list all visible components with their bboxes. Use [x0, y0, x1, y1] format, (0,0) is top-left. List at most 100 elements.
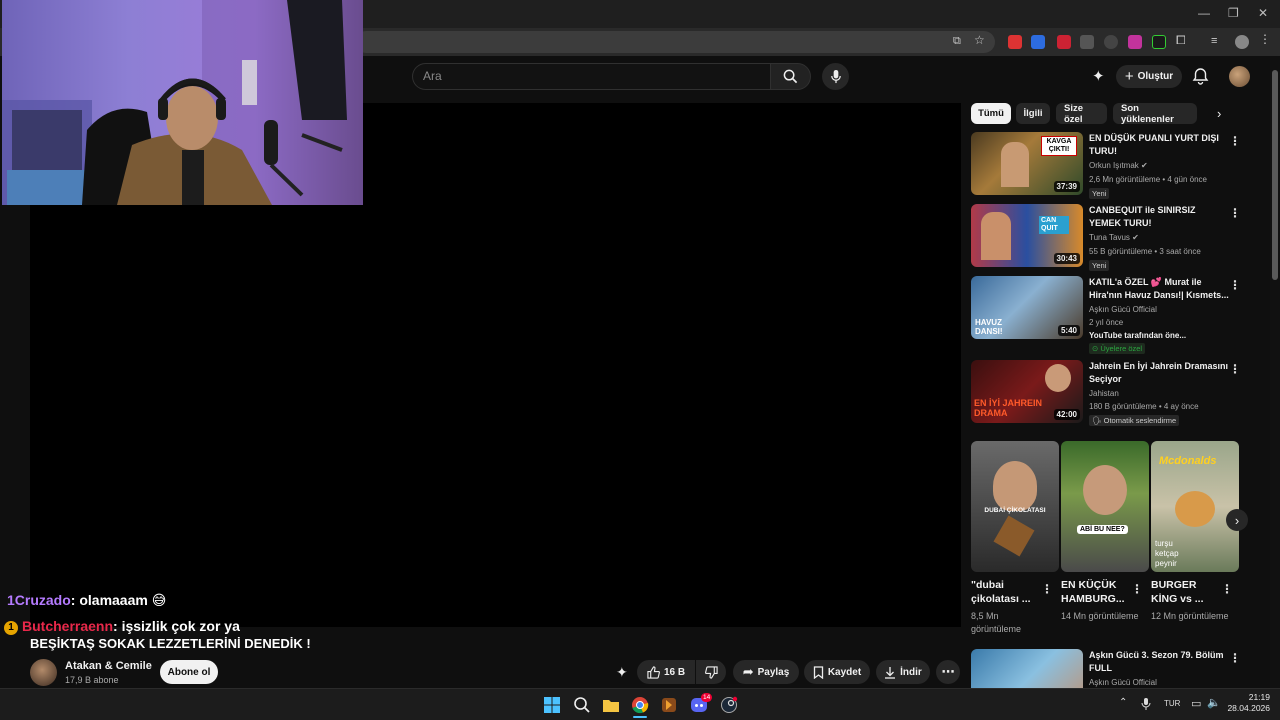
recommendation-item[interactable]: Aşkın Gücü 3. Sezon 79. Bölüm FULL Aşkın… — [971, 649, 1246, 688]
chip-all[interactable]: Tümü — [971, 103, 1011, 124]
recommendation-channel[interactable]: Orkun Işıtmak ✔ — [1089, 161, 1148, 170]
recommendation-item[interactable]: KAVGA ÇIKTI! 37:39 EN DÜŞÜK PUANLI YURT … — [971, 132, 1246, 202]
short-title[interactable]: "dubai çikolatası ... — [971, 578, 1043, 606]
chevron-up-icon[interactable]: ⌃ — [1119, 697, 1127, 708]
more-vert-icon[interactable]: ⋮ — [1041, 582, 1053, 596]
more-vert-icon[interactable]: ⋮ — [1259, 32, 1273, 46]
chip-related[interactable]: İlgili — [1016, 103, 1050, 124]
puzzle-icon[interactable]: ⧠ — [1176, 33, 1190, 47]
channel-name[interactable]: Atakan & Cemile — [65, 660, 152, 672]
premium-gift-icon[interactable]: ✦ — [616, 664, 628, 681]
chip-for-you[interactable]: Size özel — [1056, 103, 1107, 125]
search-button[interactable] — [770, 63, 811, 90]
video-thumbnail[interactable]: CAN QUIT 30:43 — [971, 204, 1083, 267]
shorts-next-button[interactable]: › — [1226, 509, 1248, 531]
reading-list-icon[interactable]: ≡ — [1211, 35, 1225, 49]
network-icon[interactable]: ▭ — [1191, 697, 1201, 710]
recommendation-item[interactable]: HAVUZ DANSI! 5:40 KATIL'a ÖZEL 💕 Murat i… — [971, 276, 1246, 356]
recommendation-channel[interactable]: Jahistan — [1089, 389, 1119, 398]
short-thumbnail[interactable]: Mcdonalds turşu ketçap peynir — [1151, 441, 1239, 572]
language-indicator[interactable]: TUR — [1164, 699, 1180, 708]
cast-icon[interactable]: ⧉ — [953, 35, 967, 49]
share-button[interactable]: ➦ Paylaş — [733, 660, 799, 684]
more-vert-icon[interactable]: ⋮ — [1229, 206, 1241, 220]
bookmark-star-icon[interactable]: ☆ — [974, 33, 988, 47]
file-explorer-icon[interactable] — [602, 696, 620, 714]
recommendation-title[interactable]: Jahrein En İyi Jahrein Dramasını Seçiyor — [1089, 360, 1229, 386]
more-vert-icon[interactable]: ⋮ — [1221, 582, 1233, 596]
system-clock[interactable]: 21:19 28.04.2026 — [1226, 692, 1270, 714]
verified-check-icon: ✔ — [1141, 161, 1148, 170]
close-icon[interactable]: ✕ — [1258, 6, 1268, 20]
recommendation-title[interactable]: CANBEQUIT ile SINIRSIZ YEMEK TURU! — [1089, 204, 1229, 230]
scrollbar-thumb[interactable] — [1272, 70, 1278, 280]
extension-icon[interactable] — [1057, 35, 1071, 49]
search-icon[interactable] — [573, 696, 591, 714]
notification-bell-icon[interactable] — [1192, 67, 1209, 85]
video-duration: 30:43 — [1053, 253, 1080, 264]
video-thumbnail[interactable] — [971, 649, 1083, 688]
steam-icon[interactable] — [720, 696, 738, 714]
recommendation-reason: YouTube tarafından öne... — [1089, 331, 1187, 340]
dislike-button[interactable] — [696, 660, 726, 684]
chip-recent[interactable]: Son yüklenenler — [1113, 103, 1197, 125]
share-icon: ➦ — [742, 664, 754, 679]
chat-message: 1 Butcherraenn: işsizlik çok zor ya — [4, 618, 240, 635]
chat-badge: 1 — [4, 621, 18, 635]
extension-icon[interactable] — [1104, 35, 1118, 49]
like-button[interactable]: 16 B — [637, 660, 695, 684]
channel-avatar[interactable] — [30, 659, 57, 686]
video-thumbnail[interactable]: HAVUZ DANSI! 5:40 — [971, 276, 1083, 339]
recommendation-item[interactable]: CAN QUIT 30:43 CANBEQUIT ile SINIRSIZ YE… — [971, 204, 1246, 274]
short-title[interactable]: BURGER KİNG vs ... — [1151, 578, 1223, 606]
recommendation-item[interactable]: EN İYİ JAHREIN DRAMA 42:00 Jahrein En İy… — [971, 360, 1246, 430]
video-thumbnail[interactable]: KAVGA ÇIKTI! 37:39 — [971, 132, 1083, 195]
chat-username: 1Cruzado — [7, 592, 71, 608]
subscribe-button[interactable]: Abone ol — [160, 660, 218, 684]
windows-start-icon[interactable] — [543, 696, 561, 714]
recommendation-channel[interactable]: Aşkın Gücü Official — [1089, 678, 1157, 687]
chevron-right-icon[interactable]: › — [1217, 106, 1221, 121]
more-actions-button[interactable]: ⋯ — [936, 660, 960, 684]
recommendation-channel[interactable]: Tuna Tavus ✔ — [1089, 233, 1139, 242]
more-vert-icon[interactable]: ⋮ — [1229, 651, 1241, 665]
extension-icon[interactable] — [1128, 35, 1142, 49]
bookmark-icon — [813, 665, 823, 679]
more-vert-icon[interactable]: ⋮ — [1229, 134, 1241, 148]
premium-gift-icon[interactable]: ✦ — [1092, 67, 1105, 85]
save-button[interactable]: Kaydet — [804, 660, 870, 684]
create-button[interactable]: + Oluştur — [1116, 65, 1182, 88]
short-title[interactable]: EN KÜÇÜK HAMBURG... — [1061, 578, 1133, 606]
more-vert-icon[interactable]: ⋮ — [1131, 582, 1143, 596]
extension-icon[interactable] — [1008, 35, 1022, 49]
recommendation-title[interactable]: Aşkın Gücü 3. Sezon 79. Bölüm FULL — [1089, 649, 1229, 675]
profile-icon[interactable] — [1235, 35, 1249, 49]
microphone-icon[interactable] — [1141, 697, 1151, 711]
extension-icon[interactable] — [1080, 35, 1094, 49]
download-button[interactable]: İndir — [876, 660, 930, 684]
recommendation-meta: 2,6 Mn görüntüleme • 4 gün önce — [1089, 175, 1207, 184]
recommendation-title[interactable]: EN DÜŞÜK PUANLI YURT DIŞI TURU! — [1089, 132, 1229, 158]
chrome-icon[interactable] — [631, 696, 649, 714]
recommendation-title[interactable]: KATIL'a ÖZEL 💕 Murat ile Hira'nın Havuz … — [1089, 276, 1229, 302]
extension-icon[interactable] — [1152, 35, 1166, 49]
voice-search-button[interactable] — [822, 63, 849, 90]
restore-icon[interactable]: ❐ — [1228, 6, 1239, 20]
recommendation-channel[interactable]: Aşkın Gücü Official — [1089, 305, 1157, 314]
search-input[interactable]: Ara — [412, 63, 770, 90]
more-vert-icon[interactable]: ⋮ — [1229, 362, 1241, 376]
members-only-badge: ⊙ Üyelere özel — [1089, 343, 1146, 354]
chat-message: 1Cruzado: olamaaam 😅 — [7, 592, 166, 609]
address-bar[interactable] — [355, 31, 995, 53]
account-avatar[interactable] — [1229, 66, 1250, 87]
short-thumbnail[interactable]: ABİ BU NEE? — [1061, 441, 1149, 572]
volume-icon[interactable]: 🔈 — [1207, 696, 1221, 709]
download-label: İndir — [900, 666, 922, 678]
minimize-icon[interactable]: — — [1198, 6, 1210, 20]
translate-extension-icon[interactable] — [1031, 35, 1045, 49]
video-thumbnail[interactable]: EN İYİ JAHREIN DRAMA 42:00 — [971, 360, 1083, 423]
more-vert-icon[interactable]: ⋮ — [1229, 278, 1241, 292]
short-thumbnail[interactable]: DUBAİ ÇİKOLATASI — [971, 441, 1059, 572]
webcam-overlay — [2, 0, 363, 205]
app-icon[interactable] — [660, 696, 678, 714]
